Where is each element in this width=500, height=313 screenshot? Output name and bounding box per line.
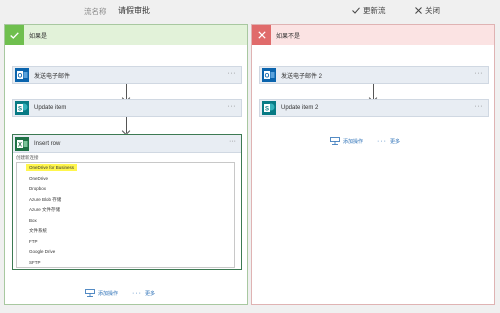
update-flow-button[interactable]: 更新流 [352, 5, 386, 16]
update-item-title: Update item [34, 105, 67, 111]
no-footer-actions: 添加操作 ··· 更多 [330, 137, 400, 145]
svg-text:S: S [18, 107, 22, 113]
add-action-button[interactable]: 添加操作 [85, 289, 118, 297]
outlook-icon: O [15, 68, 29, 82]
update-item-action[interactable]: S Update item ··· [12, 99, 242, 117]
connection-option[interactable]: FTP [17, 237, 234, 248]
yes-badge [5, 25, 24, 45]
check-icon [352, 7, 360, 14]
no-panel-title: 如果不是 [276, 33, 301, 40]
more-dots-icon: ··· [132, 289, 143, 297]
condition-yes-panel: 如果是 O 发送电子邮件 ··· S Update item ··· X Ins… [4, 24, 248, 305]
more-options-icon[interactable]: ··· [228, 70, 237, 77]
add-action-icon [330, 137, 340, 145]
check-icon [10, 31, 19, 39]
sharepoint-icon: S [262, 101, 276, 115]
condition-no-panel: 如果不是 O 发送电子邮件 2 ··· S Update item 2 ··· … [251, 24, 495, 305]
connection-option[interactable]: Box [17, 216, 234, 227]
insert-row-action[interactable]: X Insert row ··· 创建新连接 OneDrive for Busi… [12, 134, 242, 270]
add-action-icon [85, 289, 95, 297]
top-bar: 流名称 请假审批 更新流 关闭 [0, 0, 500, 22]
more-options-icon[interactable]: ··· [229, 138, 236, 145]
no-panel-header: 如果不是 [252, 25, 494, 45]
connection-option[interactable]: Google Drive [17, 247, 234, 258]
insert-row-title: Insert row [34, 140, 61, 147]
svg-text:O: O [265, 74, 270, 80]
flow-name-input[interactable]: 请假审批 [118, 5, 150, 16]
connection-option[interactable]: OneDrive [17, 174, 234, 185]
more-options-icon[interactable]: ··· [475, 103, 484, 110]
connection-option[interactable]: Azure Blob 存储 [17, 195, 234, 206]
yes-footer-actions: 添加操作 ··· 更多 [85, 289, 155, 297]
more-label: 更多 [145, 290, 156, 297]
svg-text:X: X [18, 142, 22, 148]
connection-list: OneDrive for Business OneDrive Dropbox A… [16, 162, 235, 268]
excel-icon: X [15, 136, 29, 151]
more-label: 更多 [390, 138, 401, 145]
connection-option[interactable]: Azure 文件存储 [17, 205, 234, 216]
svg-text:O: O [18, 74, 23, 80]
yes-panel-header: 如果是 [5, 25, 247, 45]
flow-arrow [373, 84, 374, 100]
create-connection-label: 创建新连接 [16, 155, 39, 160]
sharepoint-icon: S [15, 101, 29, 115]
close-label: 关闭 [425, 6, 440, 15]
update-item-2-title: Update item 2 [281, 105, 319, 111]
more-dots-icon: ··· [377, 137, 388, 145]
yes-panel-title: 如果是 [29, 33, 48, 40]
send-email-title: 发送电子邮件 [34, 73, 71, 80]
connection-option[interactable]: 文件系统 [17, 226, 234, 237]
connection-option[interactable]: OneDrive for Business [17, 163, 234, 174]
update-item-2-action[interactable]: S Update item 2 ··· [259, 99, 489, 117]
close-button[interactable]: 关闭 [415, 5, 440, 16]
flow-arrow [126, 84, 127, 100]
insert-row-header[interactable]: X Insert row ··· [13, 135, 241, 153]
send-email-2-action[interactable]: O 发送电子邮件 2 ··· [259, 66, 489, 84]
svg-text:S: S [265, 107, 269, 113]
send-email-2-title: 发送电子邮件 2 [281, 73, 323, 80]
close-icon [257, 31, 266, 39]
flow-arrow [126, 117, 127, 133]
add-action-label: 添加操作 [343, 138, 364, 145]
more-options-icon[interactable]: ··· [228, 103, 237, 110]
close-icon [415, 7, 422, 14]
outlook-icon: O [262, 68, 276, 82]
more-button[interactable]: ··· 更多 [377, 138, 400, 145]
add-action-button[interactable]: 添加操作 [330, 137, 363, 145]
update-flow-label: 更新流 [363, 6, 386, 15]
more-options-icon[interactable]: ··· [475, 70, 484, 77]
add-action-label: 添加操作 [98, 290, 119, 297]
connection-option[interactable]: Dropbox [17, 184, 234, 195]
flow-name-label: 流名称 [84, 7, 107, 16]
no-badge [252, 25, 271, 45]
more-button[interactable]: ··· 更多 [132, 290, 155, 297]
send-email-action[interactable]: O 发送电子邮件 ··· [12, 66, 242, 84]
connection-option[interactable]: SFTP [17, 258, 234, 269]
